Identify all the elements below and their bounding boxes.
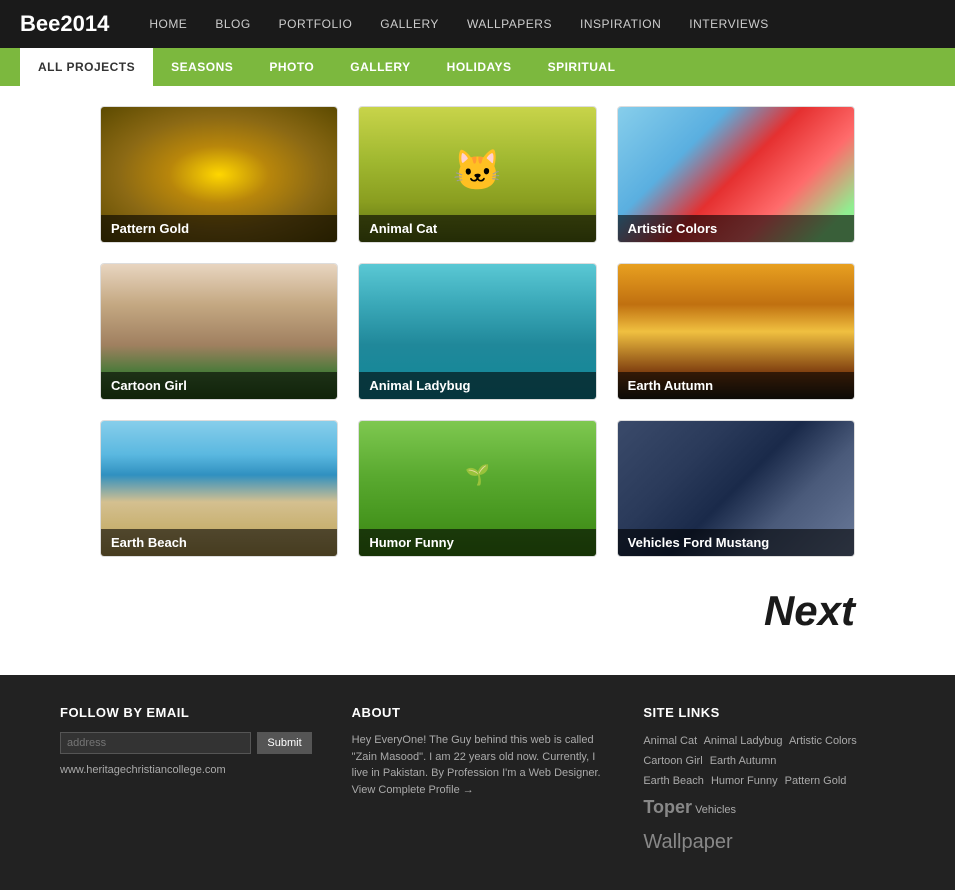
top-nav: Bee2014 HOME BLOG PORTFOLIO GALLERY WALL… — [0, 0, 955, 48]
footer-follow-col: FOLLOW BY EMAIL Submit www.heritagechris… — [60, 705, 312, 860]
gallery-image-humor-funny: Humor Funny — [359, 421, 595, 556]
link-vehicles[interactable]: Vehicles — [695, 804, 736, 816]
gallery-label-artistic-colors: Artistic Colors — [618, 215, 854, 242]
footer-about-col: ABOUT Hey EveryOne! The Guy behind this … — [352, 705, 604, 860]
gallery-label-cartoon-girl: Cartoon Girl — [101, 372, 337, 399]
top-nav-links: HOME BLOG PORTFOLIO GALLERY WALLPAPERS I… — [149, 17, 768, 31]
gallery-item-animal-cat[interactable]: Animal Cat — [358, 106, 596, 243]
gallery-image-artistic-colors: Artistic Colors — [618, 107, 854, 242]
subnav-spiritual[interactable]: SPIRITUAL — [530, 48, 634, 86]
gallery-image-cartoon-girl: Cartoon Girl — [101, 264, 337, 399]
gallery-item-animal-ladybug[interactable]: Animal Ladybug — [358, 263, 596, 400]
link-cartoon-girl[interactable]: Cartoon Girl — [643, 755, 702, 767]
about-title: ABOUT — [352, 705, 604, 720]
site-links-list: Animal Cat Animal Ladybug Artistic Color… — [643, 732, 895, 860]
subnav-gallery[interactable]: GALLERY — [332, 48, 428, 86]
gallery-item-earth-beach[interactable]: Earth Beach — [100, 420, 338, 557]
subnav-seasons[interactable]: SEASONS — [153, 48, 251, 86]
subnav-photo[interactable]: PHOTO — [251, 48, 332, 86]
subnav-holidays[interactable]: HOLIDAYS — [429, 48, 530, 86]
nav-blog[interactable]: BLOG — [215, 17, 250, 31]
subnav-all-projects[interactable]: ALL PROJECTS — [20, 48, 153, 86]
gallery-item-earth-autumn[interactable]: Earth Autumn — [617, 263, 855, 400]
gallery-image-vehicles-ford: Vehicles Ford Mustang — [618, 421, 854, 556]
nav-wallpapers[interactable]: WALLPAPERS — [467, 17, 552, 31]
footer-url: www.heritagechristiancollege.com — [60, 764, 312, 776]
footer-sitelinks-col: SITE LINKS Animal Cat Animal Ladybug Art… — [643, 705, 895, 860]
gallery-label-humor-funny: Humor Funny — [359, 529, 595, 556]
link-earth-autumn[interactable]: Earth Autumn — [710, 755, 777, 767]
gallery-item-vehicles-ford[interactable]: Vehicles Ford Mustang — [617, 420, 855, 557]
gallery-label-pattern-gold: Pattern Gold — [101, 215, 337, 242]
gallery-label-earth-beach: Earth Beach — [101, 529, 337, 556]
link-animal-cat[interactable]: Animal Cat — [643, 735, 697, 747]
pagination-section: Next — [100, 577, 855, 655]
toper-label: Toper — [643, 797, 692, 817]
gallery-item-pattern-gold[interactable]: Pattern Gold — [100, 106, 338, 243]
gallery-label-animal-ladybug: Animal Ladybug — [359, 372, 595, 399]
footer: FOLLOW BY EMAIL Submit www.heritagechris… — [0, 675, 955, 890]
main-content: Pattern Gold Animal Cat Artistic Colors … — [0, 86, 955, 675]
gallery-image-animal-ladybug: Animal Ladybug — [359, 264, 595, 399]
nav-gallery[interactable]: GALLERY — [380, 17, 439, 31]
site-logo: Bee2014 — [20, 11, 109, 37]
nav-inspiration[interactable]: INSPIRATION — [580, 17, 661, 31]
email-input[interactable] — [60, 732, 251, 754]
nav-interviews[interactable]: INTERVIEWS — [689, 17, 768, 31]
gallery-image-animal-cat: Animal Cat — [359, 107, 595, 242]
link-artistic-colors[interactable]: Artistic Colors — [789, 735, 857, 747]
view-profile-link[interactable]: View Complete Profile → — [352, 784, 474, 796]
gallery-image-earth-autumn: Earth Autumn — [618, 264, 854, 399]
link-earth-beach[interactable]: Earth Beach — [643, 775, 704, 787]
next-button[interactable]: Next — [764, 587, 855, 635]
gallery-item-cartoon-girl[interactable]: Cartoon Girl — [100, 263, 338, 400]
link-animal-ladybug[interactable]: Animal Ladybug — [704, 735, 783, 747]
gallery-label-vehicles-ford: Vehicles Ford Mustang — [618, 529, 854, 556]
gallery-label-animal-cat: Animal Cat — [359, 215, 595, 242]
link-pattern-gold[interactable]: Pattern Gold — [785, 775, 847, 787]
gallery-image-pattern-gold: Pattern Gold — [101, 107, 337, 242]
gallery-item-humor-funny[interactable]: Humor Funny — [358, 420, 596, 557]
sub-nav: ALL PROJECTS SEASONS PHOTO GALLERY HOLID… — [0, 48, 955, 86]
about-text: Hey EveryOne! The Guy behind this web is… — [352, 732, 604, 782]
gallery-label-earth-autumn: Earth Autumn — [618, 372, 854, 399]
wallpaper-label: Wallpaper — [643, 831, 732, 853]
email-row: Submit — [60, 732, 312, 754]
nav-portfolio[interactable]: PORTFOLIO — [279, 17, 353, 31]
site-links-title: SITE LINKS — [643, 705, 895, 720]
link-humor-funny[interactable]: Humor Funny — [711, 775, 778, 787]
submit-button[interactable]: Submit — [257, 732, 311, 754]
gallery-image-earth-beach: Earth Beach — [101, 421, 337, 556]
follow-title: FOLLOW BY EMAIL — [60, 705, 312, 720]
gallery-item-artistic-colors[interactable]: Artistic Colors — [617, 106, 855, 243]
nav-home[interactable]: HOME — [149, 17, 187, 31]
gallery-grid: Pattern Gold Animal Cat Artistic Colors … — [100, 106, 855, 557]
